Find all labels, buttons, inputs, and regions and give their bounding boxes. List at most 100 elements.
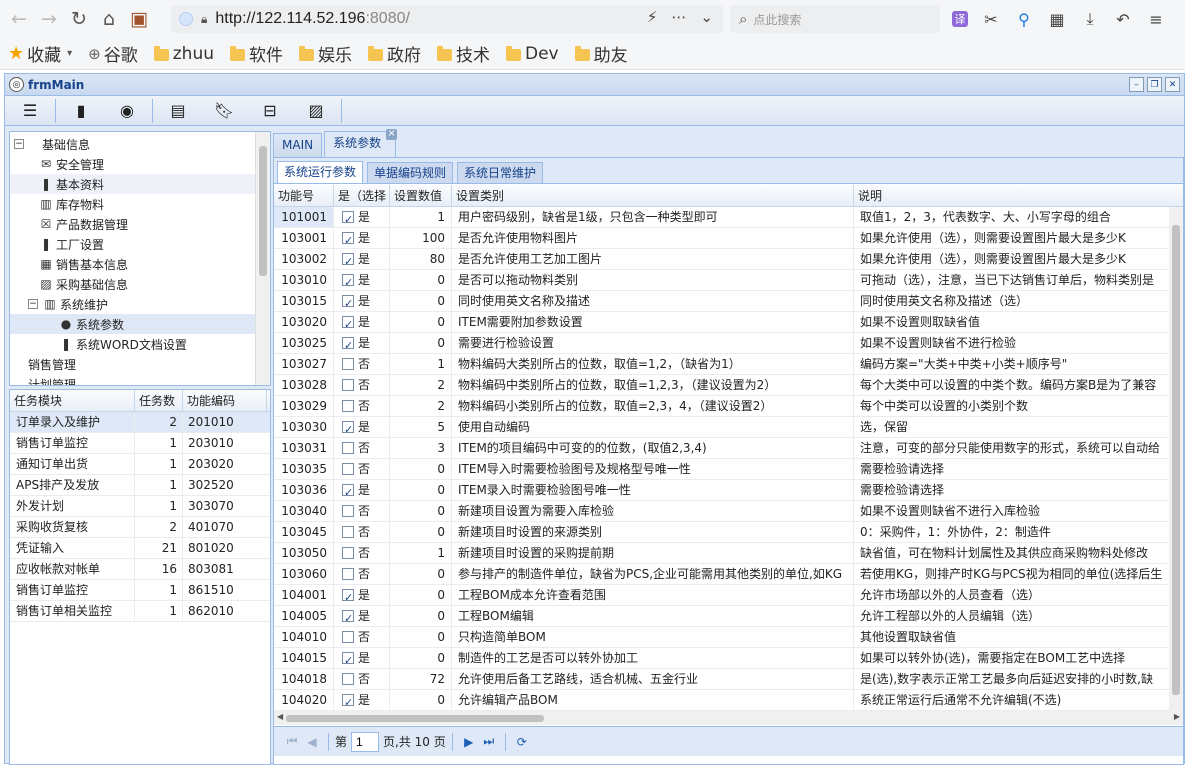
translate-icon[interactable]: 译 (952, 11, 968, 27)
collapse-toggle-icon[interactable]: − (14, 139, 24, 149)
task-row[interactable]: 采购收货复核 2 401070 (10, 517, 270, 538)
checkbox[interactable] (342, 230, 354, 251)
reload-icon[interactable]: ↻ (64, 4, 94, 34)
task-row[interactable]: 订单录入及维护 2 201010 (10, 412, 270, 433)
value-cell[interactable]: 0 (390, 312, 452, 332)
tab-system-params[interactable]: 系统参数 × (324, 129, 398, 157)
close-icon[interactable]: ✕ (1165, 77, 1180, 92)
insecure-lock-icon[interactable]: 🔒︎ (201, 12, 207, 27)
tree-item[interactable]: ▨ 采购基础信息 (10, 274, 256, 294)
tree-item[interactable]: ● 系统参数 (10, 314, 256, 334)
grid-row[interactable]: 103020 是 0ITEM需要附加参数设置如果不设置则取缺省值 (274, 312, 1183, 335)
tree-scrollbar[interactable] (255, 132, 270, 385)
last-page-icon[interactable]: ⏭ (479, 732, 499, 752)
bookmark-item[interactable]: zhuu (153, 44, 214, 64)
grid-row[interactable]: 104005 是 0工程BOM编辑允许工程部以外的人员编辑（选） (274, 606, 1183, 629)
next-page-icon[interactable]: ▶ (459, 732, 479, 752)
grid-row[interactable]: 103035 否 0 ITEM导入时需要检验图号及规格型号唯一性 需要检验请选择 (274, 459, 1183, 480)
forward-icon[interactable]: → (34, 4, 64, 34)
page-number-input[interactable] (351, 731, 380, 752)
bookmark-item[interactable]: 政府 (368, 41, 421, 66)
book-icon[interactable]: ▮ (66, 98, 96, 124)
value-cell[interactable]: 0 (390, 459, 452, 479)
tree-item[interactable]: ☒ 产品数据管理 (10, 214, 256, 234)
tree-item[interactable]: − ▥ 系统维护 (10, 294, 256, 314)
task-row[interactable]: 销售订单监控 1 203010 (10, 433, 270, 454)
subtab-daily-maintenance[interactable]: 系统日常维护 (457, 162, 544, 183)
checkbox[interactable] (342, 358, 354, 370)
tab-main[interactable]: MAIN (273, 133, 323, 157)
value-cell[interactable]: 0 (390, 627, 452, 647)
value-cell[interactable]: 0 (390, 501, 452, 521)
grid-vertical-scrollbar[interactable] (1169, 207, 1183, 711)
search-box[interactable]: ⌕ 点此搜索 (730, 5, 940, 33)
value-cell[interactable]: 0 (390, 690, 452, 710)
tree-item[interactable]: − 基础信息 (10, 134, 256, 154)
grid-row[interactable]: 103028 否 2 物料编码中类别所占的位数，取值=1,2,3，（建议设置为2） 每个… (274, 375, 1183, 396)
scissors-icon[interactable]: ✂ (981, 9, 1001, 29)
grid-header-selected[interactable]: 是（选择 (334, 185, 390, 206)
checkbox[interactable] (342, 650, 354, 671)
value-cell[interactable]: 1 (390, 207, 452, 227)
restore-icon[interactable]: ❐ (1147, 77, 1162, 92)
grid-row[interactable]: 103060 否 0 参与排产的制造件单位，缺省为PCS,企业可能需用其他类别的单位,… (274, 564, 1183, 585)
task-header-module[interactable]: 任务模块 (10, 390, 135, 411)
tree-item[interactable]: ❚ 系统WORD文档设置 (10, 334, 256, 354)
menu-toggle-icon[interactable]: ☰ (15, 98, 45, 124)
checkbox[interactable] (342, 631, 354, 643)
task-row[interactable]: 凭证输入 21 801020 (10, 538, 270, 559)
checkbox[interactable] (342, 482, 354, 503)
value-cell[interactable]: 0 (390, 480, 452, 500)
grid-row[interactable]: 103030 是 5使用自动编码选，保留 (274, 417, 1183, 440)
magnifier-icon[interactable]: ⚲ (1014, 9, 1034, 29)
task-row[interactable]: 通知订单出货 1 203020 (10, 454, 270, 475)
bookmark-item[interactable]: ★ 收藏 ▾ (8, 41, 72, 66)
value-cell[interactable]: 72 (390, 669, 452, 689)
value-cell[interactable]: 0 (390, 291, 452, 311)
checkbox[interactable] (342, 293, 354, 314)
checkbox[interactable] (342, 272, 354, 293)
task-row[interactable]: APS排产及发放 1 302520 (10, 475, 270, 496)
checkbox[interactable] (342, 251, 354, 272)
value-cell[interactable]: 3 (390, 438, 452, 458)
checkbox[interactable] (342, 314, 354, 335)
grid-row[interactable]: 103045 否 0 新建项目时设置的来源类别 0：采购件，1：外协件，2：制造件 (274, 522, 1183, 543)
undo-icon[interactable]: ↶ (1113, 9, 1133, 29)
bookmark-item[interactable]: Dev (506, 44, 559, 64)
grid-row[interactable]: 101001 是 1用户密码级别，缺省是1级，只包含一种类型即可取值1，2，3，代表… (274, 207, 1183, 230)
grid-row[interactable]: 104018 否 72 允许使用后备工艺路线，适合机械、五金行业 是(选),数字表示正常… (274, 669, 1183, 690)
value-cell[interactable]: 100 (390, 228, 452, 248)
picture-icon[interactable]: ▨ (301, 98, 331, 124)
task-row[interactable]: 销售订单监控 1 861510 (10, 580, 270, 601)
task-header-code[interactable]: 功能编码 (183, 390, 267, 411)
grid-header-value[interactable]: 设置数值 (390, 185, 452, 206)
refresh-icon[interactable]: ⟳ (512, 732, 532, 752)
value-cell[interactable]: 0 (390, 333, 452, 353)
checkbox[interactable] (342, 547, 354, 559)
value-cell[interactable]: 0 (390, 606, 452, 626)
grid-row[interactable]: 103031 否 3 ITEM的项目编码中可变的的位数，(取值2,3,4) 注意，可变的… (274, 438, 1183, 459)
checkbox[interactable] (342, 673, 354, 685)
more-icon[interactable]: ⋯ (671, 8, 686, 26)
grid-row[interactable]: 103040 否 0 新建项目设置为需要入库检验 如果不设置则缺省不进行入库检验 (274, 501, 1183, 522)
subtab-code-rules[interactable]: 单据编码规则 (367, 162, 454, 183)
checkbox[interactable] (342, 568, 354, 580)
value-cell[interactable]: 2 (390, 396, 452, 416)
scroll-right-icon[interactable]: ▶ (1174, 712, 1180, 721)
download-icon[interactable]: ⤓ (1080, 9, 1100, 29)
address-bar[interactable]: 🔒︎ http://122.114.52.196:8080/ ⚡︎ ⋯ ⌄ (171, 5, 723, 33)
collapse-toggle-icon[interactable]: − (28, 299, 38, 309)
grid-row[interactable]: 104001 是 0工程BOM成本允许查看范围允许市场部以外的人员查看（选） (274, 585, 1183, 608)
value-cell[interactable]: 0 (390, 648, 452, 668)
value-cell[interactable]: 1 (390, 354, 452, 374)
bookmark-icon[interactable]: 🔖︎ (209, 98, 239, 124)
grid-row[interactable]: 103027 否 1 物料编码大类别所占的位数，取值=1,2，（缺省为1） 编码方案="… (274, 354, 1183, 375)
grid-header-func-no[interactable]: 功能号 (274, 185, 334, 206)
grid-icon[interactable]: ▦ (1047, 9, 1067, 29)
grid-horizontal-scrollbar[interactable]: ◀ ▶ (274, 711, 1183, 725)
url-text[interactable]: http://122.114.52.196:8080/ (215, 10, 410, 28)
bookmark-item[interactable]: 助友 (574, 41, 628, 66)
grid-row[interactable]: 103025 是 0需要进行检验设置如果不设置则缺省不进行检验 (274, 333, 1183, 356)
checkbox[interactable] (342, 505, 354, 517)
checkbox[interactable] (342, 587, 354, 608)
